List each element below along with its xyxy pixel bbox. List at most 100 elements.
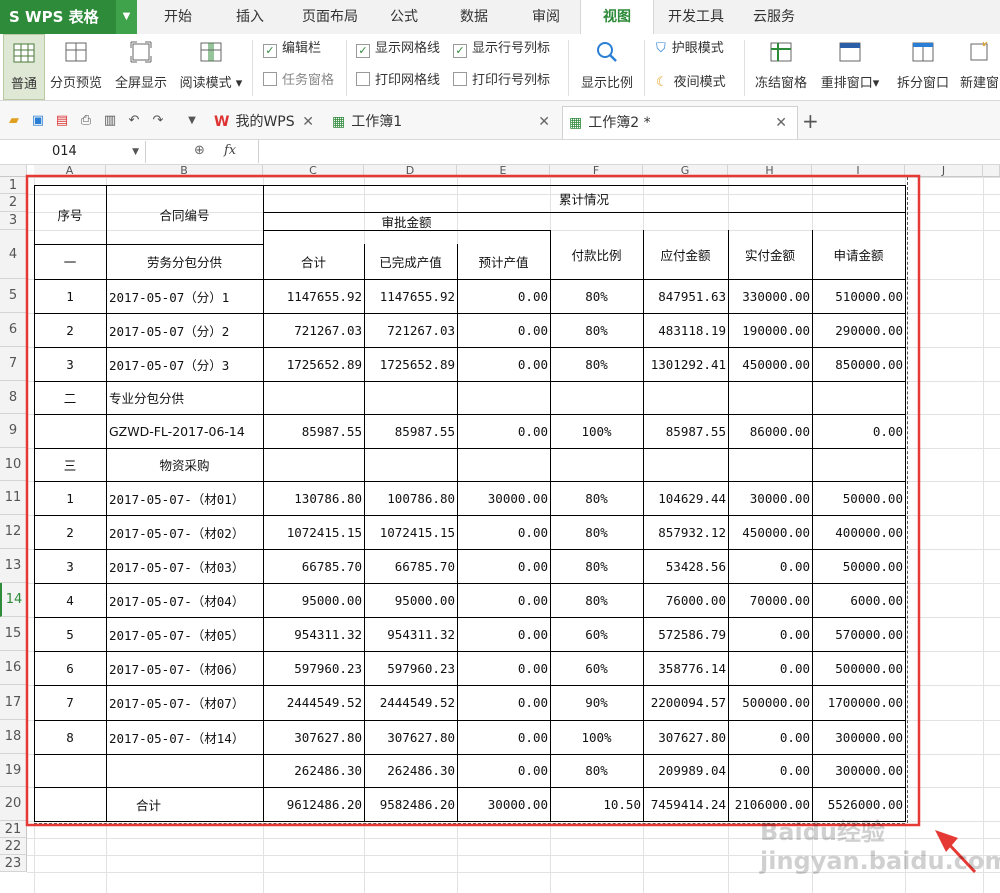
expected-cell[interactable] [457,244,550,279]
tab-review[interactable]: 审阅 [520,0,572,34]
close-icon[interactable]: ✕ [538,106,550,138]
completed-cell[interactable]: 954311.32 [364,617,457,651]
expected-cell[interactable]: 0.00 [457,754,550,787]
name-box[interactable]: 014 ▼ [0,141,146,163]
seq-cell[interactable]: 4 [34,583,106,617]
column-header[interactable]: E [457,165,550,177]
seq-cell[interactable]: 1 [34,279,106,313]
formula-bar-checkbox[interactable]: ✓ 编辑栏 [263,40,321,58]
ratio-cell[interactable]: 100% [550,414,643,448]
spreadsheet-grid[interactable]: A B C D E F G H I J 1 2 3 4 5 6 7 8 9 10 11 12 13 14 15 16 17 18 19 2… [0,165,1000,893]
row-header[interactable]: 1 [0,177,27,194]
contract-cell[interactable]: 2017-05-07-（材04） [106,583,263,617]
completed-cell[interactable]: 95000.00 [364,583,457,617]
quick-access-dropdown-icon[interactable]: ▼ [184,115,200,126]
paid-cell[interactable] [728,381,812,414]
total-cell[interactable]: 85987.55 [263,414,364,448]
applied-cell[interactable]: 850000.00 [812,347,905,381]
tab-formula[interactable]: 公式 [378,0,430,34]
total-cell[interactable]: 66785.70 [263,549,364,583]
column-header[interactable]: H [728,165,812,177]
contract-cell[interactable]: 物资采购 [106,448,263,481]
contract-cell[interactable]: 2017-05-07（分）3 [106,347,263,381]
payable-cell[interactable]: 358776.14 [643,651,728,685]
seq-cell[interactable]: 2 [34,515,106,549]
expected-cell[interactable]: 0.00 [457,651,550,685]
payable-cell[interactable]: 572586.79 [643,617,728,651]
print-preview-icon[interactable]: ▥ [102,113,118,128]
split-window-button[interactable]: 拆分窗口 [892,34,954,98]
paid-cell[interactable]: 0.00 [728,549,812,583]
seq-cell[interactable] [34,414,106,448]
paid-cell[interactable] [728,448,812,481]
ratio-cell[interactable]: 80% [550,347,643,381]
column-header[interactable]: J [905,165,983,177]
payable-cell[interactable]: 857932.12 [643,515,728,549]
page-break-preview-button[interactable]: 分页预览 [47,34,105,98]
completed-cell[interactable] [364,448,457,481]
payable-cell[interactable]: 53428.56 [643,549,728,583]
tab-my-wps[interactable]: W 我的WPS ✕ [206,106,324,138]
ratio-cell[interactable]: 80% [550,279,643,313]
expected-cell[interactable]: 0.00 [457,617,550,651]
chevron-down-icon[interactable]: ▼ [116,0,137,34]
total-cell[interactable]: 9612486.20 [263,787,364,821]
total-cell[interactable] [263,448,364,481]
chevron-down-icon[interactable]: ▼ [132,141,139,163]
payable-cell[interactable]: 7459414.24 [643,787,728,821]
row-header[interactable]: 23 [0,855,27,872]
select-all-corner[interactable] [0,165,27,177]
paid-cell[interactable]: 450000.00 [728,347,812,381]
tab-cloud[interactable]: 云服务 [748,0,800,34]
total-cell[interactable]: 262486.30 [263,754,364,787]
expected-cell[interactable]: 0.00 [457,279,550,313]
expected-cell[interactable]: 0.00 [457,549,550,583]
fullscreen-button[interactable]: 全屏显示 [112,34,170,98]
completed-cell[interactable]: 1072415.15 [364,515,457,549]
row-header[interactable]: 16 [0,651,27,685]
contract-cell[interactable] [106,754,263,787]
row-header[interactable]: 8 [0,381,27,414]
row-header[interactable]: 6 [0,313,27,347]
seq-cell[interactable]: 5 [34,617,106,651]
contract-cell[interactable]: 2017-05-07-（材02） [106,515,263,549]
total-cell[interactable]: 721267.03 [263,313,364,347]
seq-cell[interactable]: 二 [34,381,106,414]
seq-cell[interactable]: 1 [34,481,106,515]
tab-workbook-2[interactable]: ▦ 工作簿2 * ✕ [562,106,798,139]
completed-cell[interactable]: 262486.30 [364,754,457,787]
row-header[interactable]: 4 [0,230,27,279]
zoom-button[interactable]: 显示比例 [576,34,638,98]
paid-cell[interactable]: 330000.00 [728,279,812,313]
expected-cell[interactable]: 0.00 [457,583,550,617]
column-header[interactable]: I [812,165,905,177]
expected-cell[interactable]: 0.00 [457,347,550,381]
applied-cell[interactable]: 6000.00 [812,583,905,617]
print-gridlines-checkbox[interactable]: 打印网格线 [356,72,440,90]
completed-cell[interactable] [364,244,457,279]
expected-cell[interactable]: 0.00 [457,720,550,754]
ratio-cell[interactable]: 80% [550,754,643,787]
completed-cell[interactable]: 597960.23 [364,651,457,685]
expected-cell[interactable]: 0.00 [457,414,550,448]
applied-cell[interactable]: 50000.00 [812,549,905,583]
export-pdf-icon[interactable]: ▤ [54,113,70,128]
applied-cell[interactable]: 300000.00 [812,720,905,754]
seq-cell[interactable]: 3 [34,347,106,381]
payable-cell[interactable] [643,448,728,481]
row-header[interactable]: 20 [0,787,27,821]
seq-cell[interactable]: 6 [34,651,106,685]
zoom-function-icon[interactable]: ⊕ [194,143,205,158]
expected-cell[interactable]: 0.00 [457,685,550,720]
close-icon[interactable]: ✕ [302,106,314,138]
row-header[interactable]: 17 [0,685,27,720]
column-header[interactable]: F [550,165,643,177]
paid-cell[interactable]: 86000.00 [728,414,812,448]
paid-cell[interactable]: 30000.00 [728,481,812,515]
row-header[interactable]: 13 [0,549,27,583]
payable-cell[interactable]: 847951.63 [643,279,728,313]
eye-protect-button[interactable]: ⛉ 护眼模式 [656,40,724,58]
applied-cell[interactable] [812,381,905,414]
print-headers-checkbox[interactable]: 打印行号列标 [453,72,550,90]
column-header[interactable]: A [34,165,106,177]
